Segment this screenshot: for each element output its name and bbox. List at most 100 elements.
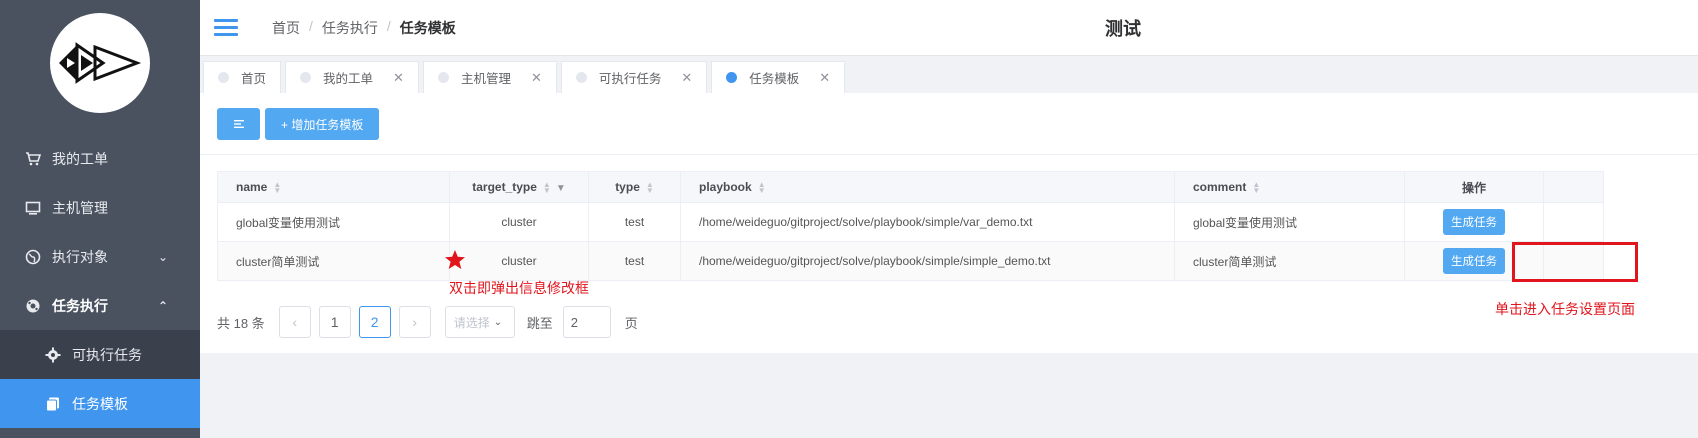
- cell-comment: global变量使用测试: [1174, 202, 1405, 242]
- page-size-select[interactable]: 请选择 ⌄: [444, 306, 515, 338]
- tab-status-dot-icon: [300, 72, 312, 83]
- sidebar-item-label: 我的工单: [52, 150, 108, 167]
- globe-icon: [24, 248, 42, 266]
- pagination-total: 共 18 条: [217, 315, 265, 331]
- cell-name: cluster简单测试: [217, 241, 450, 281]
- tab-home[interactable]: 首页: [203, 61, 282, 93]
- sidebar-submenu: 可执行任务 任务模板: [0, 330, 200, 428]
- breadcrumb: 首页 / 任务执行 / 任务模板: [272, 18, 456, 38]
- breadcrumb-separator: /: [386, 18, 391, 34]
- tab-bar: 首页 我的工单 ✕ 主机管理 ✕ 可执行任务 ✕ 任务模板 ✕: [200, 57, 1698, 93]
- tab-label: 我的工单: [323, 72, 374, 86]
- divider: [200, 154, 1698, 155]
- sidebar-item-task-exec[interactable]: 任务执行 ⌃: [0, 281, 200, 330]
- page-size-placeholder: 请选择: [453, 315, 490, 330]
- header: 首页 / 任务执行 / 任务模板 测试: [200, 0, 1698, 56]
- chevron-down-icon: ⌄: [493, 316, 503, 328]
- annotation-star-icon: [445, 250, 465, 269]
- copy-icon: [44, 395, 62, 413]
- filter-icon[interactable]: ▼: [556, 183, 566, 194]
- toolbar: + 增加任务模板: [217, 108, 380, 140]
- cell-actions: 生成任务: [1404, 202, 1544, 242]
- tab-label: 首页: [241, 72, 267, 86]
- chevron-up-icon: ⌃: [157, 298, 168, 313]
- tab-status-dot-icon: [218, 72, 229, 83]
- cell-playbook: /home/weideguo/gitproject/solve/playbook…: [680, 241, 1175, 281]
- column-header-name[interactable]: name ▲ ▼: [217, 171, 450, 203]
- add-task-template-button[interactable]: + 增加任务模板: [265, 108, 380, 140]
- column-header-empty: [1543, 171, 1604, 203]
- column-header-comment[interactable]: comment ▲ ▼: [1174, 171, 1405, 203]
- tab-status-dot-icon: [726, 72, 738, 83]
- sidebar-item-label: 主机管理: [52, 199, 108, 216]
- sidebar-item-host-management[interactable]: 主机管理: [0, 183, 200, 232]
- cell-type: test: [588, 241, 681, 281]
- sidebar: 我的工单 主机管理 执行对象 ⌄ 任务执行 ⌃ 可执行任务 任务模板: [0, 0, 200, 438]
- gear-cluster-icon: [24, 297, 42, 315]
- gear-icon: [44, 346, 62, 364]
- breadcrumb-task-exec[interactable]: 任务执行: [322, 18, 378, 38]
- close-icon[interactable]: ✕: [393, 70, 404, 86]
- sidebar-item-label: 任务执行: [52, 297, 108, 314]
- tab-executable-tasks[interactable]: 可执行任务 ✕: [560, 61, 708, 93]
- sidebar-item-label: 执行对象: [52, 248, 108, 265]
- tab-host-management[interactable]: 主机管理 ✕: [422, 61, 557, 93]
- hamburger-menu-icon[interactable]: [214, 16, 238, 40]
- tab-task-templates[interactable]: 任务模板 ✕: [711, 61, 846, 93]
- page-button-1[interactable]: 1: [318, 306, 351, 338]
- sidebar-item-label: 任务模板: [72, 395, 128, 412]
- jump-label: 跳至: [526, 315, 553, 331]
- sidebar-item-label: 可执行任务: [72, 346, 142, 363]
- cell-name: global变量使用测试: [217, 202, 450, 242]
- monitor-icon: [24, 199, 42, 217]
- cell-playbook: /home/weideguo/gitproject/solve/playbook…: [680, 202, 1175, 242]
- close-icon[interactable]: ✕: [531, 70, 542, 86]
- sort-icon[interactable]: ▲ ▼: [543, 180, 551, 194]
- breadcrumb-separator: /: [309, 18, 313, 34]
- column-header-type[interactable]: type ▲ ▼: [588, 171, 681, 203]
- close-icon[interactable]: ✕: [681, 70, 692, 86]
- sidebar-item-my-orders[interactable]: 我的工单: [0, 134, 200, 183]
- tab-label: 可执行任务: [598, 72, 662, 86]
- table-row[interactable]: cluster简单测试 cluster test /home/weideguo/…: [217, 241, 1604, 281]
- column-settings-button[interactable]: [217, 108, 260, 140]
- cell-empty: [1543, 202, 1604, 242]
- chevron-down-icon: ⌄: [157, 249, 168, 264]
- sidebar-item-executable-tasks[interactable]: 可执行任务: [0, 330, 200, 379]
- sort-icon[interactable]: ▲ ▼: [1252, 180, 1260, 194]
- column-header-playbook[interactable]: playbook ▲ ▼: [680, 171, 1175, 203]
- sidebar-item-exec-targets[interactable]: 执行对象 ⌄: [0, 232, 200, 281]
- cell-target-type: cluster: [449, 202, 589, 242]
- page-unit-label: 页: [624, 315, 638, 331]
- generate-task-button[interactable]: 生成任务: [1443, 209, 1505, 235]
- cell-comment: cluster简单测试: [1174, 241, 1405, 281]
- tab-label: 主机管理: [460, 72, 511, 86]
- jump-page-input[interactable]: [562, 306, 611, 338]
- cell-target-type: cluster: [449, 241, 589, 281]
- tab-status-dot-icon: [575, 72, 587, 83]
- annotation-dblclick-note: 双击即弹出信息修改框: [449, 280, 589, 296]
- sort-icon[interactable]: ▲ ▼: [273, 180, 281, 194]
- pagination: 共 18 条 ‹ 1 2 › 请选择 ⌄ 跳至 页: [217, 306, 638, 338]
- sidebar-item-task-templates[interactable]: 任务模板: [0, 379, 200, 428]
- tab-label: 任务模板: [749, 72, 800, 86]
- breadcrumb-current: 任务模板: [399, 20, 456, 36]
- list-icon: [233, 120, 244, 128]
- column-header-target-type[interactable]: target_type ▲ ▼ ▼: [449, 171, 589, 203]
- page-button-2[interactable]: 2: [358, 306, 391, 338]
- tab-status-dot-icon: [437, 72, 449, 83]
- tab-my-orders[interactable]: 我的工单 ✕: [285, 61, 419, 93]
- logo-arrow-icon: [59, 42, 142, 84]
- sort-icon[interactable]: ▲ ▼: [758, 180, 766, 194]
- logo-wrap: [0, 0, 200, 126]
- prev-page-button[interactable]: ‹: [278, 306, 311, 338]
- annotation-click-note: 单击进入任务设置页面: [1495, 301, 1635, 317]
- cart-icon: [24, 150, 42, 168]
- breadcrumb-home[interactable]: 首页: [272, 18, 300, 38]
- close-icon[interactable]: ✕: [819, 70, 830, 86]
- sort-icon[interactable]: ▲ ▼: [646, 180, 654, 194]
- table-row[interactable]: global变量使用测试 cluster test /home/weideguo…: [217, 202, 1604, 242]
- generate-task-button[interactable]: 生成任务: [1443, 248, 1505, 274]
- table-header-row: name ▲ ▼ target_type ▲ ▼ ▼ type ▲ ▼ playbook ▲ ▼ …: [217, 171, 1604, 203]
- next-page-button[interactable]: ›: [398, 306, 431, 338]
